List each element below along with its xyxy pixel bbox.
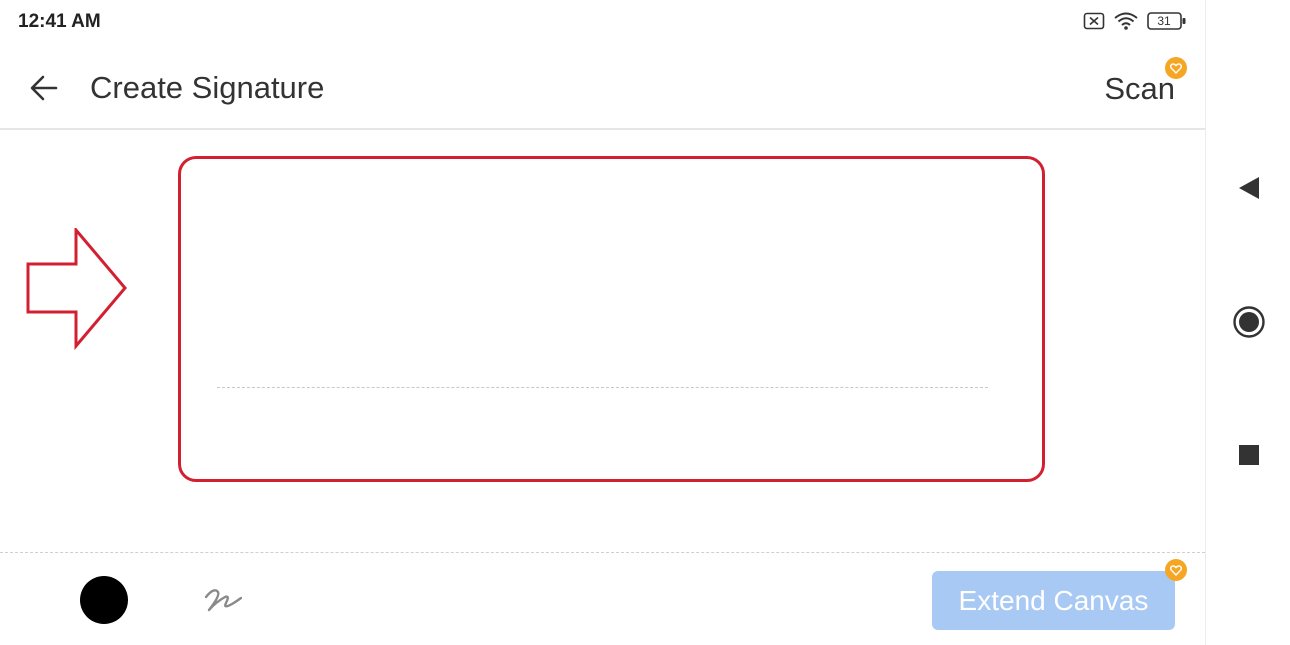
app-screen: 12:41 AM 31 Create Signature Scan Extend… — [0, 0, 1205, 645]
pen-thickness-button[interactable] — [198, 580, 246, 620]
signature-canvas-area — [0, 132, 1205, 552]
arrow-right-outline-icon — [26, 225, 128, 355]
home-circle-icon — [1232, 305, 1266, 339]
arrow-left-icon — [29, 74, 59, 102]
scan-button[interactable]: Scan — [1104, 57, 1187, 107]
bottom-divider — [0, 552, 1205, 553]
wifi-icon — [1113, 11, 1139, 31]
pen-stroke-icon — [200, 583, 244, 617]
status-bar: 12:41 AM 31 — [0, 0, 1205, 44]
signature-drawing-canvas[interactable] — [178, 156, 1045, 482]
battery-icon: 31 — [1147, 12, 1187, 30]
nav-recents-button[interactable] — [1206, 420, 1290, 490]
back-button[interactable] — [22, 68, 66, 108]
signature-baseline — [217, 387, 988, 388]
status-time: 12:41 AM — [18, 11, 101, 32]
system-navigation-bar — [1205, 0, 1290, 645]
top-app-bar: Create Signature Scan — [0, 50, 1205, 130]
extend-canvas-label: Extend Canvas — [958, 585, 1149, 616]
sim-off-icon — [1083, 12, 1105, 30]
recents-square-icon — [1238, 444, 1260, 466]
page-title: Create Signature — [90, 70, 325, 105]
premium-heart-icon — [1165, 559, 1187, 581]
scan-label: Scan — [1104, 71, 1175, 106]
premium-heart-icon — [1165, 57, 1187, 79]
battery-level: 31 — [1157, 14, 1171, 28]
pen-color-button[interactable] — [80, 576, 128, 624]
nav-back-button[interactable] — [1206, 153, 1290, 223]
nav-home-button[interactable] — [1206, 287, 1290, 357]
status-icons: 31 — [1083, 11, 1187, 31]
extend-canvas-button[interactable]: Extend Canvas — [932, 559, 1187, 630]
back-triangle-icon — [1237, 175, 1261, 201]
bottom-toolbar: Extend Canvas — [0, 556, 1205, 645]
